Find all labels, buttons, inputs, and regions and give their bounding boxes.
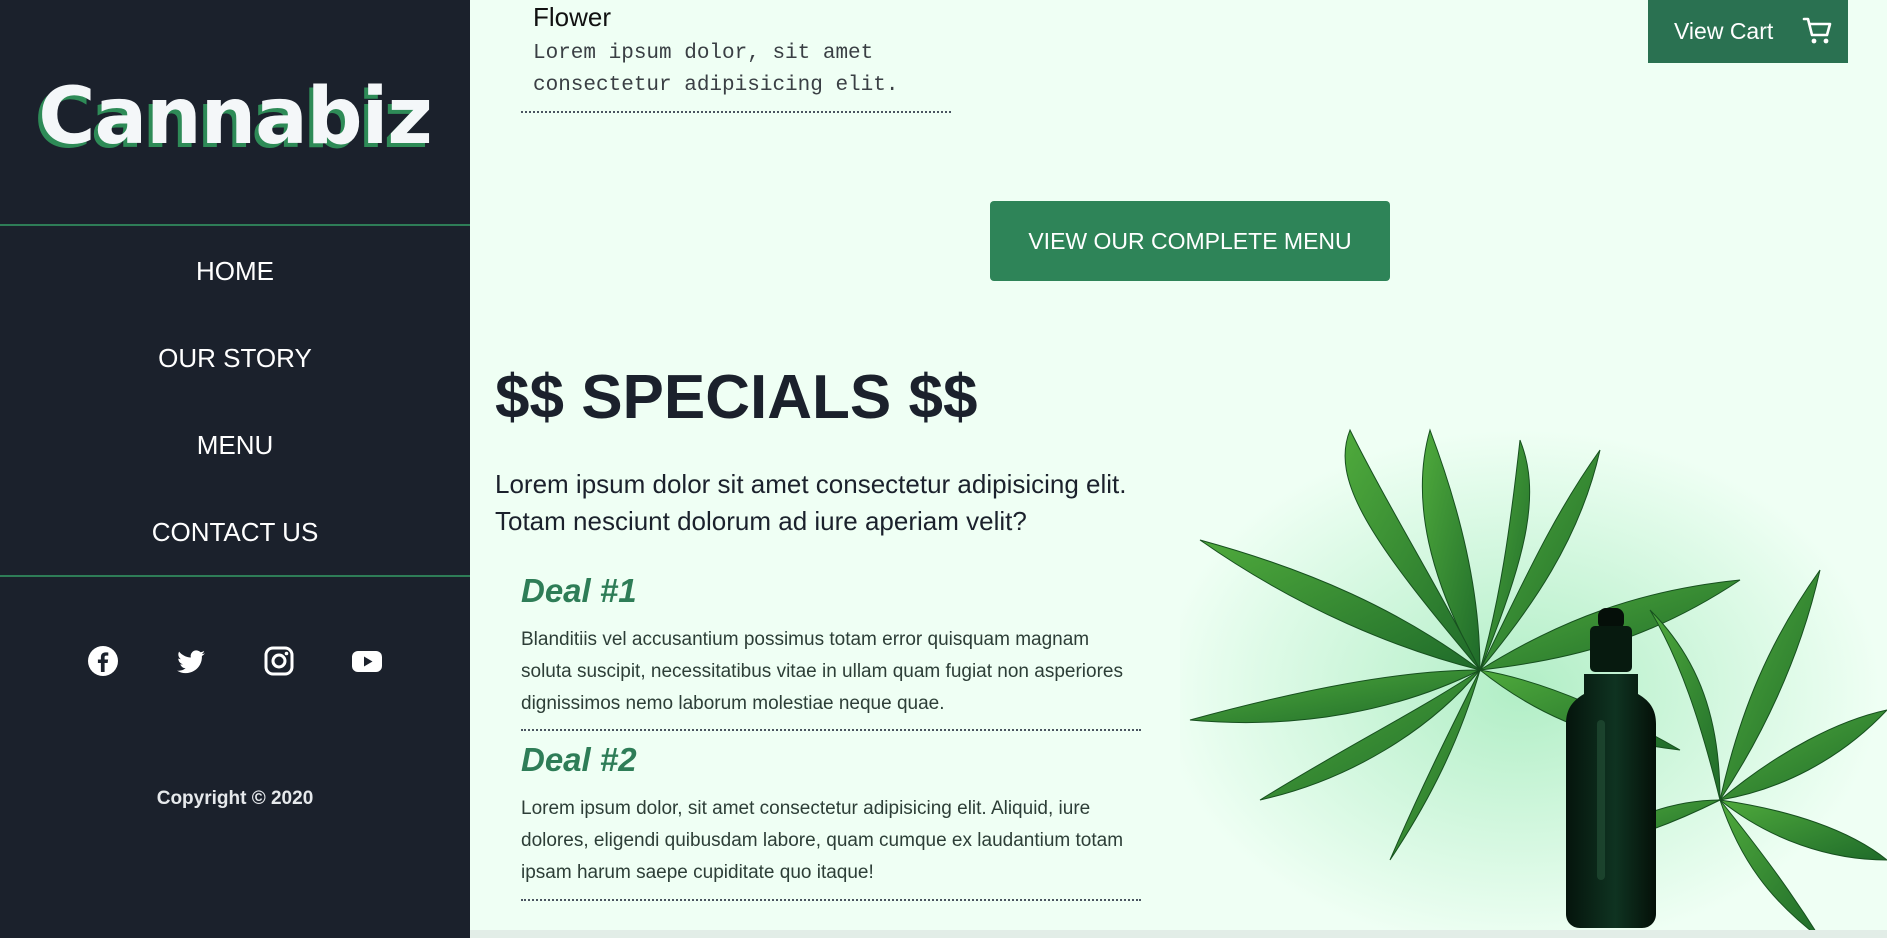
specials-heading: $$ SPECIALS $$	[495, 363, 978, 432]
social-links	[0, 645, 470, 677]
view-cart-label: View Cart	[1674, 18, 1774, 44]
view-cart-button[interactable]: View Cart	[1648, 0, 1848, 63]
youtube-icon[interactable]	[351, 645, 383, 677]
cart-icon	[1802, 17, 1832, 44]
deal-description: Lorem ipsum dolor, sit amet consectetur …	[521, 798, 1124, 883]
menu-item-description: Lorem ipsum dolor, sit amet consectetur …	[533, 42, 899, 97]
sidebar: Cannabiz HOME OUR STORY MENU CONTACT US …	[0, 0, 470, 938]
menu-item-divider	[521, 111, 951, 113]
sidebar-divider-bottom	[0, 575, 470, 577]
nav-item-menu[interactable]: MENU	[0, 402, 470, 489]
instagram-icon[interactable]	[263, 645, 295, 677]
deal-title: Deal #1	[521, 572, 637, 609]
copyright-text: Copyright © 2020	[156, 788, 314, 809]
cannabis-oil-image	[1180, 428, 1887, 938]
menu-item-title: Flower	[533, 2, 612, 32]
deal-description: Blanditiis vel accusantium possimus tota…	[521, 629, 1123, 714]
nav-item-contact-us[interactable]: CONTACT US	[0, 489, 470, 576]
deal-divider	[521, 729, 1141, 731]
deal-divider	[521, 899, 1141, 901]
nav-item-home[interactable]: HOME	[0, 228, 470, 315]
brand-logo[interactable]: Cannabiz	[0, 72, 470, 162]
deal-title: Deal #2	[521, 741, 637, 778]
nav-item-our-story[interactable]: OUR STORY	[0, 315, 470, 402]
twitter-icon[interactable]	[175, 645, 207, 677]
sidebar-divider-top	[0, 224, 470, 226]
main-nav: HOME OUR STORY MENU CONTACT US	[0, 228, 470, 576]
facebook-icon[interactable]	[87, 645, 119, 677]
view-complete-menu-button[interactable]: VIEW OUR COMPLETE MENU	[990, 201, 1390, 281]
page-bottom-edge	[470, 930, 1887, 938]
specials-intro: Lorem ipsum dolor sit amet consectetur a…	[495, 469, 1127, 536]
